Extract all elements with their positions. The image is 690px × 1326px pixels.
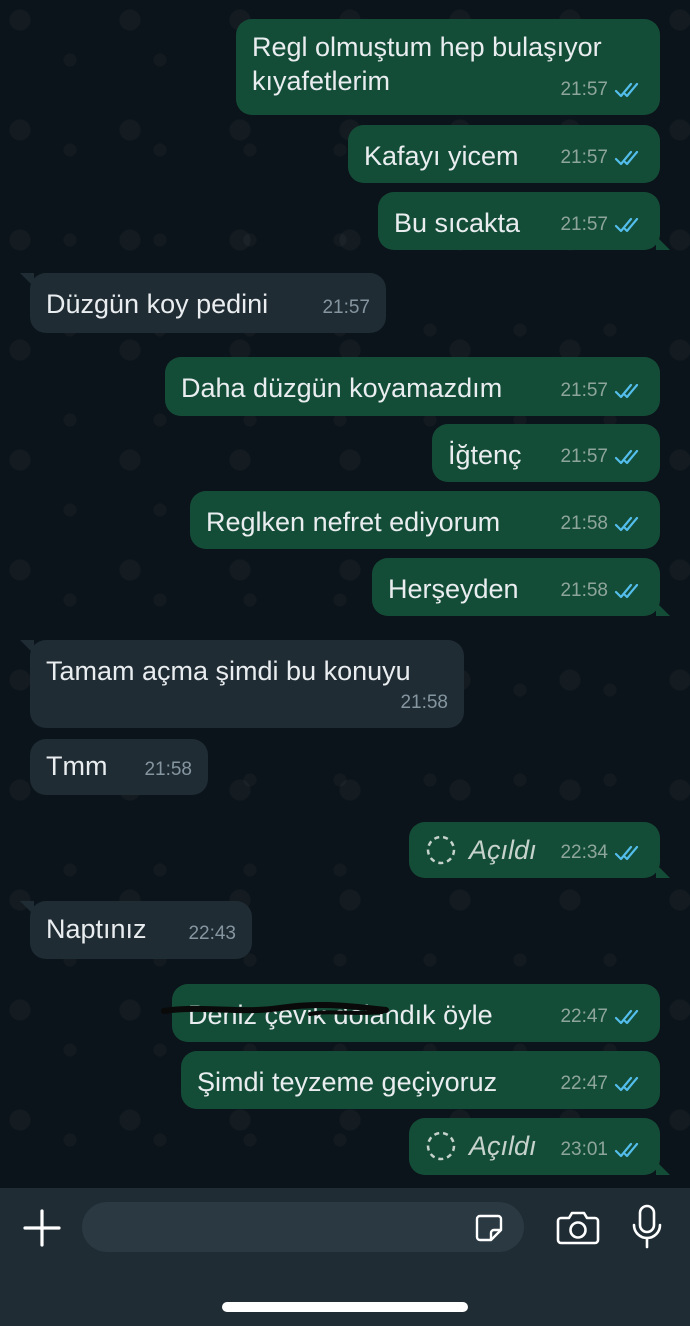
message-bubble-outgoing[interactable]: Herşeyden 21:58 xyxy=(372,558,670,616)
message-text: Düzgün koy pedini xyxy=(46,289,269,319)
message-bubble-outgoing[interactable]: Kafayı yicem 21:57 xyxy=(348,125,660,183)
message-bubble-incoming[interactable]: Tamam açma şimdi bu konuyu 21:58 xyxy=(20,640,464,728)
message-time: 21:58 xyxy=(560,580,608,601)
chat-area: Regl olmuştum hep bulaşıyor kıyafetlerim … xyxy=(0,0,690,1188)
message-text: Deniz çevik dolandık öyle xyxy=(188,1000,493,1030)
message-time: 21:58 xyxy=(144,759,192,780)
message-meta: 22:47 xyxy=(560,1000,644,1034)
message-input[interactable] xyxy=(82,1202,524,1252)
message-time: 21:57 xyxy=(560,446,608,467)
double-check-icon xyxy=(614,217,639,233)
message-text: Şimdi teyzeme geçiyoruz xyxy=(197,1067,498,1097)
message-meta: 21:57 xyxy=(560,440,644,474)
plus-icon[interactable] xyxy=(22,1208,62,1248)
double-check-icon xyxy=(614,1142,639,1158)
message-bubble-incoming[interactable]: Düzgün koy pedini 21:57 xyxy=(20,273,386,333)
message-text: İğtenç xyxy=(448,440,522,470)
camera-icon[interactable] xyxy=(556,1208,600,1246)
message-time: 21:57 xyxy=(560,79,608,100)
double-check-icon xyxy=(614,516,639,532)
view-once-icon xyxy=(426,1131,456,1161)
double-check-icon xyxy=(614,845,639,861)
message-time: 22:47 xyxy=(560,1073,608,1094)
view-once-icon xyxy=(426,835,456,865)
message-bubble-outgoing[interactable]: Şimdi teyzeme geçiyoruz 22:47 xyxy=(181,1051,660,1109)
message-meta: 21:57 xyxy=(560,208,644,242)
message-time: 21:57 xyxy=(560,147,608,168)
message-text: Herşeyden xyxy=(388,574,519,604)
message-meta: 21:57 xyxy=(560,73,644,107)
message-meta: 21:57 xyxy=(560,374,644,408)
message-bubble-outgoing[interactable]: Reglken nefret ediyorum 21:58 xyxy=(190,491,660,549)
message-meta: 23:01 xyxy=(560,1133,644,1167)
message-meta: 21:58 xyxy=(560,574,644,608)
message-bubble-outgoing[interactable]: Bu sıcakta 21:57 xyxy=(378,192,670,250)
message-time: 21:57 xyxy=(560,380,608,401)
message-text: Naptınız xyxy=(46,914,147,944)
message-bubble-incoming[interactable]: Tmm 21:58 xyxy=(30,739,208,795)
message-meta: 21:58 xyxy=(144,753,192,787)
message-text: Reglken nefret ediyorum xyxy=(206,507,501,537)
message-meta: 21:58 xyxy=(400,686,448,720)
message-bubble-outgoing[interactable]: Regl olmuştum hep bulaşıyor kıyafetlerim … xyxy=(236,19,660,115)
message-meta: 22:43 xyxy=(188,917,236,951)
message-bubble-incoming[interactable]: Naptınız 22:43 xyxy=(20,901,252,959)
message-meta: 22:34 xyxy=(560,836,644,870)
message-bubble-outgoing[interactable]: Daha düzgün koyamazdım 21:57 xyxy=(165,357,660,416)
message-meta: 21:58 xyxy=(560,507,644,541)
message-text: Bu sıcakta xyxy=(394,208,521,238)
message-time: 22:47 xyxy=(560,1006,608,1027)
message-text: Tamam açma şimdi bu konuyu xyxy=(46,656,411,686)
message-bubble-outgoing[interactable]: İğtenç 21:57 xyxy=(432,424,660,482)
sticker-icon[interactable] xyxy=(474,1213,504,1243)
message-meta: 22:47 xyxy=(560,1067,644,1101)
message-meta: 21:57 xyxy=(560,141,644,175)
message-time: 21:57 xyxy=(560,214,608,235)
double-check-icon xyxy=(614,1009,639,1025)
message-time: 23:01 xyxy=(560,1139,608,1160)
double-check-icon xyxy=(614,449,639,465)
double-check-icon xyxy=(614,1076,639,1092)
message-text: Daha düzgün koyamazdım xyxy=(181,373,503,403)
view-once-message[interactable]: Açıldı 23:01 xyxy=(409,1118,670,1175)
message-text: Tmm xyxy=(46,751,108,781)
message-bubble-outgoing[interactable]: Deniz çevik dolandık öyle 22:47 xyxy=(172,984,660,1042)
message-time: 21:58 xyxy=(400,692,448,713)
view-once-label: Açıldı xyxy=(425,833,537,867)
double-check-icon xyxy=(614,583,639,599)
message-time: 21:58 xyxy=(560,513,608,534)
double-check-icon xyxy=(614,150,639,166)
message-time: 22:34 xyxy=(560,842,608,863)
double-check-icon xyxy=(614,383,639,399)
view-once-label: Açıldı xyxy=(425,1129,537,1163)
message-text: Kafayı yicem xyxy=(364,141,519,171)
message-text: Regl olmuştum hep bulaşıyor kıyafetlerim xyxy=(252,32,602,96)
double-check-icon xyxy=(614,82,639,98)
microphone-icon[interactable] xyxy=(630,1204,664,1250)
message-time: 22:43 xyxy=(188,923,236,944)
message-meta: 21:57 xyxy=(322,291,370,325)
view-once-message[interactable]: Açıldı 22:34 xyxy=(409,822,670,878)
message-time: 21:57 xyxy=(322,297,370,318)
home-indicator[interactable] xyxy=(222,1302,468,1312)
